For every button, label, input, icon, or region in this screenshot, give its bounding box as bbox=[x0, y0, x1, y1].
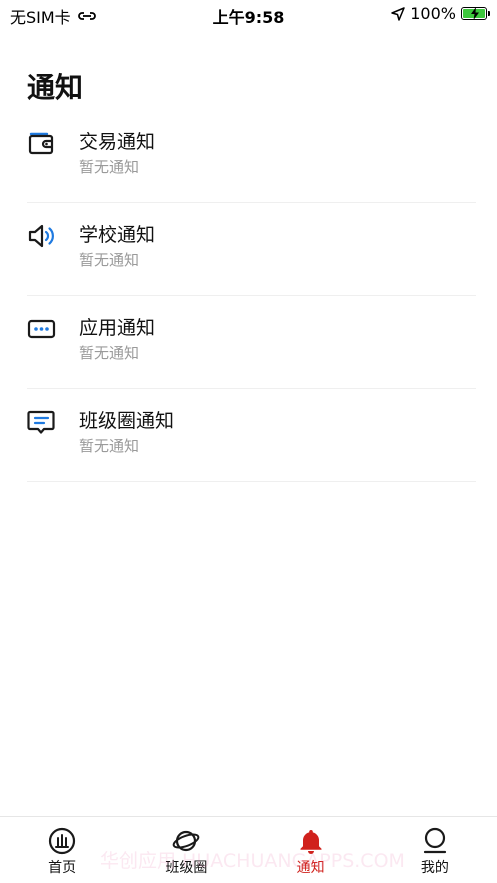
battery-icon bbox=[461, 7, 490, 20]
notice-title: 学校通知 bbox=[79, 224, 156, 246]
location-arrow-icon bbox=[391, 6, 405, 21]
notice-item-class-circle[interactable]: 班级圈通知 暂无通知 bbox=[27, 389, 476, 482]
tab-notifications[interactable]: 通知 bbox=[249, 817, 373, 883]
speaker-icon bbox=[28, 224, 54, 248]
notice-title: 交易通知 bbox=[79, 131, 156, 153]
page-title: 通知 bbox=[27, 71, 84, 104]
message-icon bbox=[27, 410, 55, 434]
status-right: 100% bbox=[391, 4, 490, 23]
tab-home[interactable]: 首页 bbox=[0, 817, 124, 883]
tab-label: 首页 bbox=[48, 860, 77, 876]
tab-profile[interactable]: 我的 bbox=[373, 817, 497, 883]
battery-percent: 100% bbox=[410, 4, 456, 23]
tab-label: 通知 bbox=[296, 860, 325, 876]
notifications-screen: 无SIM卡 上午9:58 100% 通知 交易通知 暂无通知 学校通知 暂无通知… bbox=[0, 0, 497, 883]
status-bar: 无SIM卡 上午9:58 100% bbox=[0, 0, 497, 30]
home-icon bbox=[49, 827, 76, 855]
notice-item-school[interactable]: 学校通知 暂无通知 bbox=[27, 203, 476, 296]
planet-icon bbox=[173, 830, 200, 852]
notification-list: 交易通知 暂无通知 学校通知 暂无通知 应用通知 暂无通知 班级圈通知 暂无通知 bbox=[27, 110, 476, 482]
app-dots-icon bbox=[27, 319, 56, 339]
tab-class-circle[interactable]: 班级圈 bbox=[124, 817, 248, 883]
profile-icon bbox=[423, 827, 446, 854]
tab-bar: 首页 班级圈 通知 我的 bbox=[0, 816, 497, 883]
notice-item-transaction[interactable]: 交易通知 暂无通知 bbox=[27, 110, 476, 203]
bell-icon bbox=[300, 830, 322, 854]
notice-title: 应用通知 bbox=[79, 317, 156, 339]
wallet-icon bbox=[28, 132, 54, 155]
tab-label: 我的 bbox=[420, 860, 449, 876]
notice-subtitle: 暂无通知 bbox=[79, 251, 140, 269]
notice-subtitle: 暂无通知 bbox=[79, 437, 140, 455]
notice-subtitle: 暂无通知 bbox=[79, 344, 140, 362]
notice-title: 班级圈通知 bbox=[79, 410, 175, 432]
tab-label: 班级圈 bbox=[165, 860, 208, 876]
notice-subtitle: 暂无通知 bbox=[79, 158, 140, 176]
notice-item-app[interactable]: 应用通知 暂无通知 bbox=[27, 296, 476, 389]
